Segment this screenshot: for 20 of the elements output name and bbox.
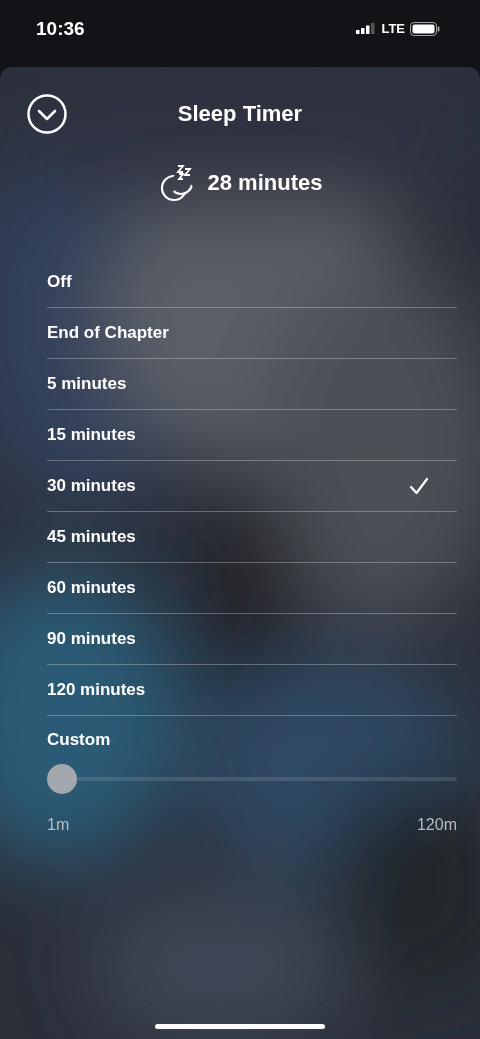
timer-option[interactable]: End of Chapter — [47, 308, 457, 359]
remaining-time: 28 minutes — [207, 170, 323, 196]
checkmark-icon — [409, 477, 429, 495]
timer-option[interactable]: 90 minutes — [47, 614, 457, 665]
sheet-title: Sleep Timer — [177, 101, 303, 127]
timer-option[interactable]: 120 minutes — [47, 665, 457, 716]
status-time: 10:36 — [36, 18, 85, 40]
network-label: LTE — [381, 21, 405, 36]
timer-option[interactable]: 15 minutes — [47, 410, 457, 461]
custom-label: Custom — [47, 730, 111, 750]
battery-icon — [410, 21, 440, 36]
timer-option[interactable]: 5 minutes — [47, 359, 457, 410]
timer-option[interactable]: Off — [47, 257, 457, 308]
max-label: 120m — [416, 816, 457, 834]
close-button[interactable] — [27, 94, 67, 134]
min-label: 1m — [47, 816, 70, 834]
timer-option[interactable]: 60 minutes — [47, 563, 457, 614]
timer-option[interactable]: 30 minutes — [47, 461, 457, 512]
signal-icon — [356, 23, 377, 34]
timer-option[interactable]: 45 minutes — [47, 512, 457, 563]
